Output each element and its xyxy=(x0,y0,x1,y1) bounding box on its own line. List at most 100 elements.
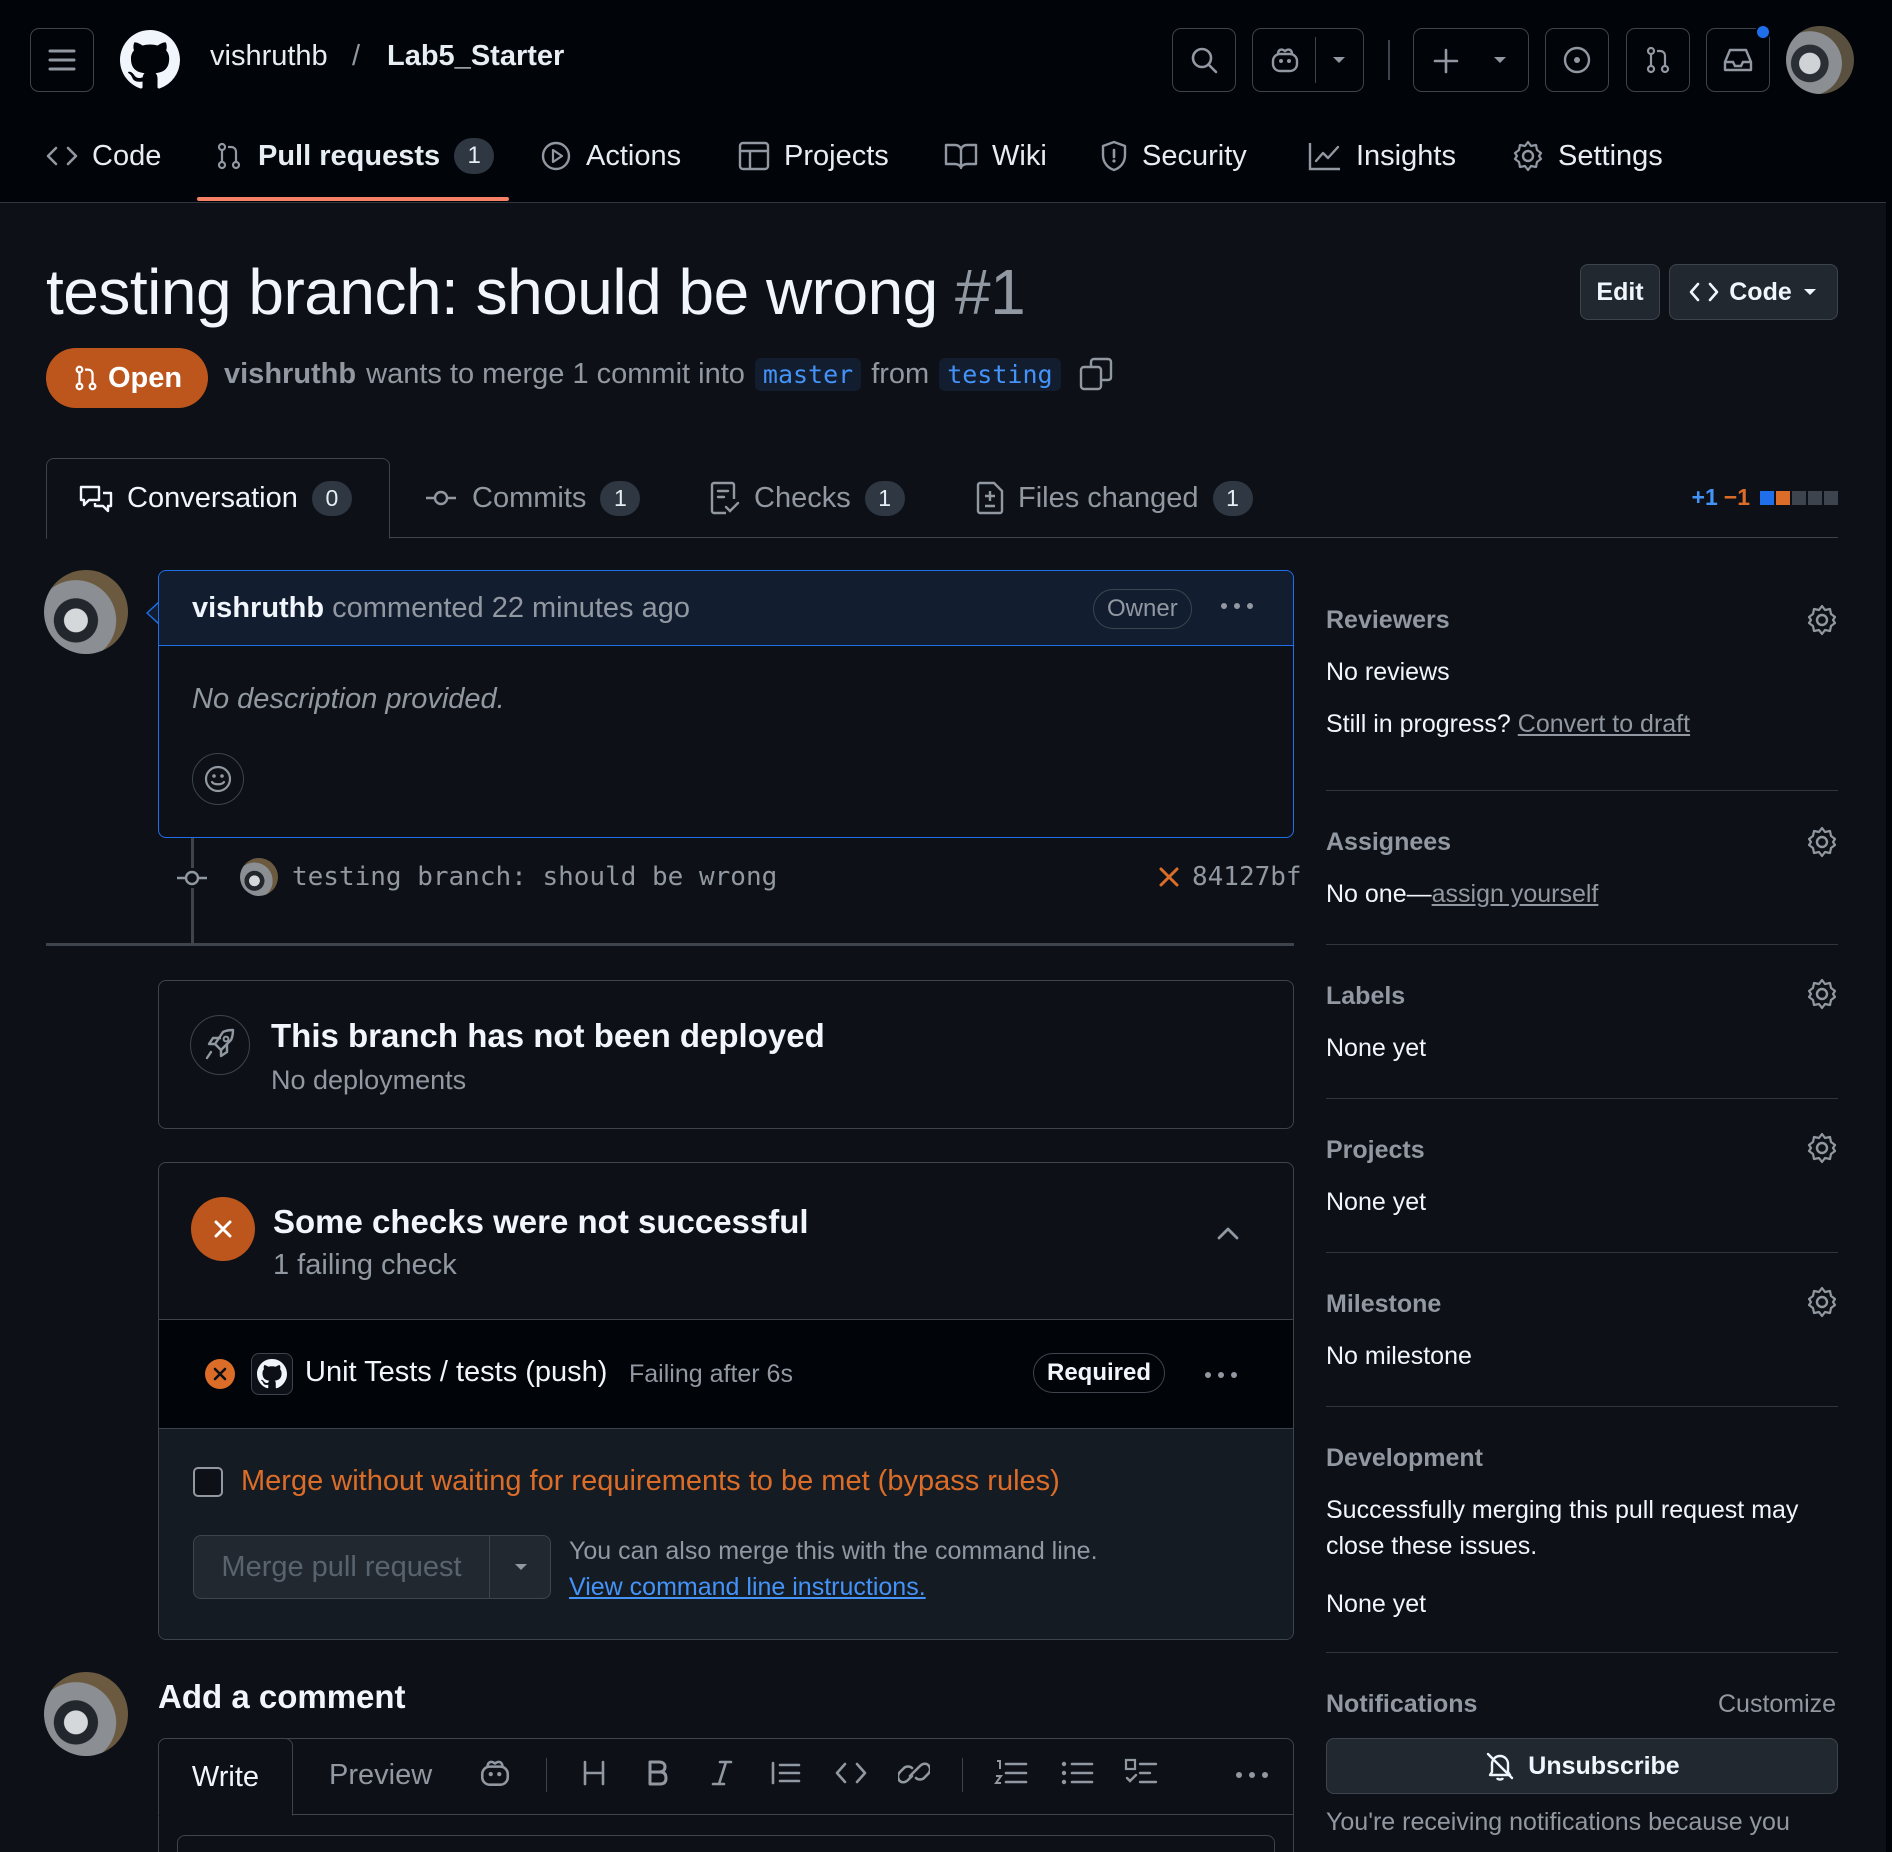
gear-icon[interactable] xyxy=(1806,978,1838,1010)
pr-tabs: Conversation 0 Commits 1 Checks 1 Files … xyxy=(46,458,1838,539)
tab-pull-requests[interactable]: Pull requests 1 xyxy=(214,130,495,182)
ordered-list-icon[interactable] xyxy=(994,1758,1028,1788)
user-avatar[interactable] xyxy=(1786,26,1854,94)
toolbar-divider xyxy=(962,1758,963,1792)
menu-button[interactable] xyxy=(30,28,94,92)
assignees-title[interactable]: Assignees xyxy=(1326,828,1451,857)
quote-icon[interactable] xyxy=(770,1758,802,1788)
heading-icon[interactable] xyxy=(582,1758,606,1788)
task-list-icon[interactable] xyxy=(1124,1758,1158,1788)
tab-projects[interactable]: Projects xyxy=(738,130,889,182)
kebab-horizontal-icon[interactable] xyxy=(1219,601,1255,611)
comment-author-avatar[interactable] xyxy=(44,570,128,654)
code-icon[interactable] xyxy=(834,1758,868,1788)
smiley-icon xyxy=(204,765,232,793)
gear-icon[interactable] xyxy=(1806,826,1838,858)
unordered-list-icon[interactable] xyxy=(1060,1758,1094,1788)
write-tab-label: Write xyxy=(191,1760,260,1793)
projects-value: None yet xyxy=(1326,1188,1427,1216)
link-icon[interactable] xyxy=(898,1758,930,1788)
gear-icon[interactable] xyxy=(1806,1286,1838,1318)
labels-title[interactable]: Labels xyxy=(1326,982,1405,1011)
github-logo-icon[interactable] xyxy=(120,30,180,90)
pr-title: testing branch: should be wrong #1 xyxy=(46,255,1026,329)
commit-author-avatar[interactable] xyxy=(240,858,278,896)
projects-title[interactable]: Projects xyxy=(1326,1136,1425,1165)
italic-icon[interactable] xyxy=(710,1758,734,1788)
base-branch[interactable]: master xyxy=(754,357,862,391)
reviewers-title[interactable]: Reviewers xyxy=(1326,606,1450,635)
tab-insights[interactable]: Insights xyxy=(1308,130,1456,182)
tab-code[interactable]: Code xyxy=(46,130,161,182)
development-text-1: Successfully merging this pull request m… xyxy=(1326,1496,1799,1524)
tab-wiki-label: Wiki xyxy=(992,139,1047,172)
create-new-button[interactable] xyxy=(1413,28,1529,92)
preview-tab[interactable]: Preview xyxy=(329,1759,432,1792)
merge-method-dropdown[interactable] xyxy=(490,1536,552,1598)
gear-icon[interactable] xyxy=(1806,1132,1838,1164)
unsubscribe-label: Unsubscribe xyxy=(1528,1751,1680,1780)
x-icon[interactable] xyxy=(1158,866,1180,888)
repo-name-link[interactable]: Lab5_Starter xyxy=(387,40,564,73)
tab-security-label: Security xyxy=(1142,139,1247,172)
convert-to-draft-link[interactable]: Convert to draft xyxy=(1518,710,1690,738)
window-edge xyxy=(1886,0,1892,1852)
check-run-name[interactable]: Unit Tests / tests (push) xyxy=(305,1356,607,1389)
search-icon xyxy=(1191,47,1218,74)
copy-icon[interactable] xyxy=(1079,357,1113,391)
toolbar-divider xyxy=(546,1758,547,1792)
tab-files-changed[interactable]: Files changed 1 xyxy=(976,458,1253,538)
kebab-horizontal-icon[interactable] xyxy=(1234,1770,1270,1780)
merge-pull-request-button[interactable]: Merge pull request xyxy=(194,1536,490,1598)
add-reaction-button[interactable] xyxy=(192,753,244,805)
pull-requests-button[interactable] xyxy=(1626,28,1690,92)
tab-checks[interactable]: Checks 1 xyxy=(710,458,905,538)
chevron-down-icon xyxy=(1494,57,1506,63)
code-dropdown-button[interactable]: Code xyxy=(1669,264,1838,320)
chevron-up-icon[interactable] xyxy=(1216,1225,1240,1241)
github-actions-avatar xyxy=(251,1353,293,1395)
milestone-title[interactable]: Milestone xyxy=(1326,1290,1441,1319)
comment-author[interactable]: vishruthb xyxy=(192,592,324,625)
repo-owner-link[interactable]: vishruthb xyxy=(210,40,328,73)
development-title[interactable]: Development xyxy=(1326,1444,1483,1473)
search-button[interactable] xyxy=(1172,28,1236,92)
issues-button[interactable] xyxy=(1545,28,1609,92)
bold-icon[interactable] xyxy=(646,1758,670,1788)
pr-author-link[interactable]: vishruthb xyxy=(224,358,356,391)
customize-link[interactable]: Customize xyxy=(1718,1690,1836,1719)
bypass-checkbox[interactable] xyxy=(193,1467,223,1497)
copilot-icon xyxy=(1271,48,1299,73)
unsubscribe-button[interactable]: Unsubscribe xyxy=(1326,1738,1838,1794)
code-dropdown-label: Code xyxy=(1729,277,1792,306)
edit-button[interactable]: Edit xyxy=(1580,264,1660,320)
commit-message-link[interactable]: testing branch: should be wrong xyxy=(292,862,777,892)
check-failed-icon xyxy=(205,1359,235,1389)
copilot-icon[interactable] xyxy=(478,1758,512,1788)
tab-files-changed-label: Files changed xyxy=(1018,481,1199,514)
cli-instructions-link[interactable]: View command line instructions. xyxy=(569,1573,926,1602)
chevron-down-icon xyxy=(515,1564,527,1570)
merge-button-group: Merge pull request xyxy=(193,1535,551,1599)
kebab-horizontal-icon[interactable] xyxy=(1203,1370,1239,1380)
current-user-avatar[interactable] xyxy=(44,1672,128,1756)
write-tab[interactable]: Write xyxy=(158,1738,293,1816)
bypass-label[interactable]: Merge without waiting for requirements t… xyxy=(241,1465,1060,1498)
tab-checks-label: Checks xyxy=(754,481,851,514)
tab-commits[interactable]: Commits 1 xyxy=(424,458,641,538)
check-run-status: Failing after 6s xyxy=(629,1360,793,1388)
head-branch[interactable]: testing xyxy=(939,357,1061,391)
tab-security[interactable]: Security xyxy=(1100,130,1247,182)
tab-settings[interactable]: Settings xyxy=(1512,130,1663,182)
issue-opened-icon xyxy=(1563,46,1591,74)
copilot-button[interactable] xyxy=(1252,28,1364,92)
tab-actions[interactable]: Actions xyxy=(540,130,681,182)
diffstat-blocks xyxy=(1760,490,1838,505)
tab-conversation[interactable]: Conversation 0 xyxy=(46,458,390,539)
gear-icon[interactable] xyxy=(1806,604,1838,636)
sidebar-divider xyxy=(1326,1252,1838,1253)
tab-wiki[interactable]: Wiki xyxy=(944,130,1047,182)
commit-sha-link[interactable]: 84127bf xyxy=(1192,862,1302,892)
assign-yourself-link[interactable]: assign yourself xyxy=(1432,880,1599,908)
editor-textarea[interactable] xyxy=(177,1835,1275,1852)
